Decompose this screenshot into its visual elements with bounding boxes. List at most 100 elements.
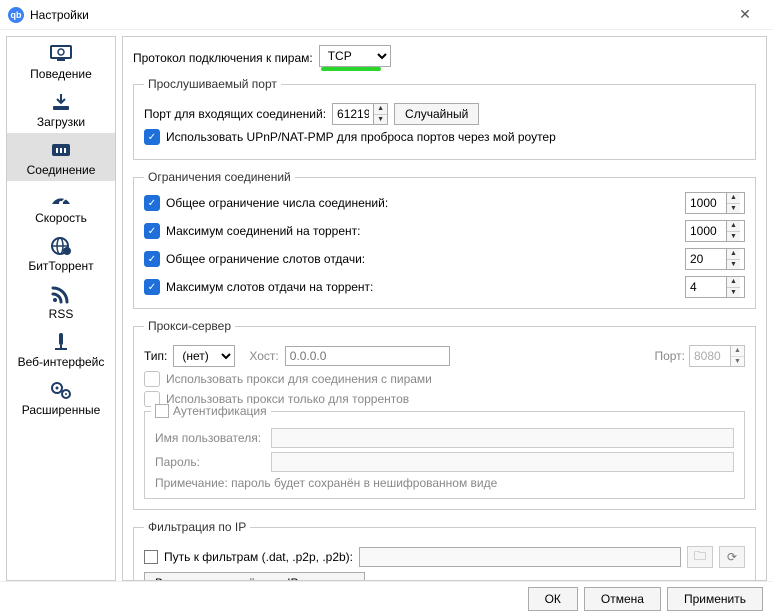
proxy-port-stepper[interactable]: ▲▼ — [689, 345, 745, 367]
sidebar-item-connection[interactable]: Соединение — [7, 133, 115, 181]
gauge-icon — [47, 187, 75, 209]
password-label: Пароль: — [155, 455, 265, 469]
protocol-select[interactable]: TCP — [319, 45, 391, 67]
ok-button[interactable]: ОК — [528, 587, 578, 611]
sidebar-item-label: Соединение — [27, 163, 96, 177]
browse-button[interactable]: 🗀 — [687, 546, 713, 568]
password-note: Примечание: пароль будет сохранён в неши… — [155, 476, 734, 490]
apply-button[interactable]: Применить — [667, 587, 763, 611]
proxy-port-label: Порт: — [654, 349, 685, 363]
proxy-auth-group: Аутентификация Имя пользователя: Пароль:… — [144, 411, 745, 499]
upnp-checkbox[interactable] — [144, 129, 160, 145]
sidebar-item-bittorrent[interactable]: БитТоррент — [7, 229, 115, 277]
folder-icon: 🗀 — [694, 547, 706, 568]
port-stepper[interactable]: ▲▼ — [332, 103, 388, 125]
per-torrent-conn-label: Максимум соединений на торрент: — [166, 224, 360, 238]
server-icon — [47, 331, 75, 353]
titlebar: qb Настройки ✕ — [0, 0, 773, 30]
proxy-port-input[interactable] — [690, 346, 730, 366]
ip-filter-path-checkbox[interactable] — [144, 550, 158, 564]
port-input[interactable] — [333, 104, 373, 124]
global-conn-stepper[interactable]: ▲▼ — [685, 192, 745, 214]
limits-legend: Ограничения соединений — [144, 170, 295, 184]
dialog-footer: ОК Отмена Применить — [0, 581, 773, 615]
sidebar-item-label: Поведение — [30, 67, 92, 81]
per-torrent-conn-checkbox[interactable] — [144, 223, 160, 239]
sidebar-item-speed[interactable]: Скорость — [7, 181, 115, 229]
proxy-type-select[interactable]: (нет) — [173, 345, 235, 367]
proxy-type-label: Тип: — [144, 349, 167, 363]
monitor-gear-icon — [47, 43, 75, 65]
globe-gear-icon — [47, 235, 75, 257]
spin-down-icon[interactable]: ▼ — [727, 260, 740, 270]
sidebar-item-rss[interactable]: RSS — [7, 277, 115, 325]
app-icon: qb — [8, 7, 24, 23]
per-torrent-conn-input[interactable] — [686, 221, 726, 241]
connection-limits-group: Ограничения соединений Общее ограничение… — [133, 170, 756, 309]
spin-down-icon[interactable]: ▼ — [731, 357, 744, 367]
spin-up-icon[interactable]: ▲ — [727, 277, 740, 288]
upnp-label: Использовать UPnP/NAT-PMP для проброса п… — [166, 130, 556, 144]
password-input[interactable] — [271, 452, 734, 472]
username-input[interactable] — [271, 428, 734, 448]
ip-filter-path-input[interactable] — [359, 547, 681, 567]
upload-slots-checkbox[interactable] — [144, 251, 160, 267]
sidebar-item-label: RSS — [49, 307, 74, 321]
protocol-label: Протокол подключения к пирам: — [133, 51, 313, 65]
port-label: Порт для входящих соединений: — [144, 107, 326, 121]
upload-slots-stepper[interactable]: ▲▼ — [685, 248, 745, 270]
listening-legend: Прослушиваемый порт — [144, 77, 281, 91]
ethernet-icon — [47, 139, 75, 161]
proxy-auth-label: Аутентификация — [173, 404, 267, 418]
sidebar-item-label: Скорость — [35, 211, 87, 225]
manual-banned-button[interactable]: Вручную запрещённые IP-адреса… — [144, 572, 365, 581]
gears-icon — [47, 379, 75, 401]
rss-icon — [47, 283, 75, 305]
ip-filter-path-label: Путь к фильтрам (.dat, .p2p, .p2b): — [164, 550, 353, 564]
refresh-icon: ⟳ — [727, 550, 737, 564]
download-icon — [47, 91, 75, 113]
listening-port-group: Прослушиваемый порт Порт для входящих со… — [133, 77, 756, 160]
proxy-peers-checkbox[interactable] — [144, 371, 160, 387]
sidebar-item-label: Расширенные — [22, 403, 101, 417]
spin-down-icon[interactable]: ▼ — [727, 232, 740, 242]
highlight-bar — [321, 67, 381, 71]
cancel-button[interactable]: Отмена — [584, 587, 661, 611]
per-torrent-slots-stepper[interactable]: ▲▼ — [685, 276, 745, 298]
proxy-legend: Прокси-сервер — [144, 319, 235, 333]
sidebar: Поведение Загрузки Соединение Скорость — [6, 36, 116, 581]
content-panel: Протокол подключения к пирам: TCP Прослу… — [122, 36, 767, 581]
ip-filter-group: Фильтрация по IP Путь к фильтрам (.dat, … — [133, 520, 756, 581]
per-torrent-conn-stepper[interactable]: ▲▼ — [685, 220, 745, 242]
sidebar-item-behavior[interactable]: Поведение — [7, 37, 115, 85]
sidebar-item-label: Веб-интерфейс — [18, 355, 105, 369]
sidebar-item-downloads[interactable]: Загрузки — [7, 85, 115, 133]
spin-down-icon[interactable]: ▼ — [727, 204, 740, 214]
proxy-host-label: Хост: — [249, 349, 278, 363]
sidebar-item-label: Загрузки — [37, 115, 85, 129]
upload-slots-label: Общее ограничение слотов отдачи: — [166, 252, 365, 266]
window-title: Настройки — [30, 8, 725, 22]
global-conn-checkbox[interactable] — [144, 195, 160, 211]
per-torrent-slots-checkbox[interactable] — [144, 279, 160, 295]
spin-up-icon[interactable]: ▲ — [727, 193, 740, 204]
sidebar-item-label: БитТоррент — [28, 259, 93, 273]
upload-slots-input[interactable] — [686, 249, 726, 269]
global-conn-input[interactable] — [686, 193, 726, 213]
spin-up-icon[interactable]: ▲ — [727, 249, 740, 260]
random-port-button[interactable]: Случайный — [394, 103, 479, 125]
global-conn-label: Общее ограничение числа соединений: — [166, 196, 388, 210]
spin-up-icon[interactable]: ▲ — [727, 221, 740, 232]
proxy-auth-checkbox[interactable] — [155, 404, 169, 418]
close-icon[interactable]: ✕ — [725, 6, 765, 23]
spin-down-icon[interactable]: ▼ — [374, 115, 387, 125]
proxy-host-input[interactable] — [285, 346, 450, 366]
spin-down-icon[interactable]: ▼ — [727, 288, 740, 298]
reload-button[interactable]: ⟳ — [719, 546, 745, 568]
sidebar-item-advanced[interactable]: Расширенные — [7, 373, 115, 421]
sidebar-item-webui[interactable]: Веб-интерфейс — [7, 325, 115, 373]
spin-up-icon[interactable]: ▲ — [731, 346, 744, 357]
per-torrent-slots-input[interactable] — [686, 277, 726, 297]
per-torrent-slots-label: Максимум слотов отдачи на торрент: — [166, 280, 373, 294]
spin-up-icon[interactable]: ▲ — [374, 104, 387, 115]
